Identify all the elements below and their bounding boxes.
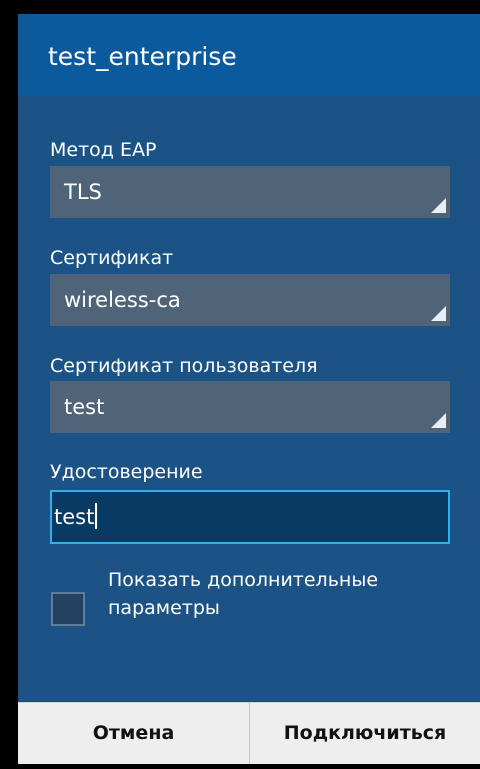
user-certificate-value: test xyxy=(64,395,105,419)
cancel-button[interactable]: Отмена xyxy=(18,703,249,764)
dialog-button-bar: Отмена Подключиться xyxy=(18,702,480,764)
ca-certificate-label: Сертификат xyxy=(50,247,174,269)
dropdown-arrow-icon xyxy=(431,198,446,213)
text-cursor xyxy=(95,503,98,529)
connect-button[interactable]: Подключиться xyxy=(250,703,480,764)
identity-input[interactable]: test xyxy=(50,490,450,544)
wifi-network-dialog: test_enterprise Метод EAP TLS Сертификат… xyxy=(18,14,480,764)
eap-method-value: TLS xyxy=(64,180,102,204)
dialog-title: test_enterprise xyxy=(48,42,237,71)
eap-method-spinner[interactable]: TLS xyxy=(50,166,450,218)
user-certificate-label: Сертификат пользователя xyxy=(50,355,318,377)
identity-label: Удостоверение xyxy=(50,461,203,483)
screen: test_enterprise Метод EAP TLS Сертификат… xyxy=(0,0,480,769)
ca-certificate-spinner[interactable]: wireless-ca xyxy=(50,274,450,326)
dropdown-arrow-icon xyxy=(431,306,446,321)
identity-input-value: test xyxy=(54,503,98,531)
eap-method-label: Метод EAP xyxy=(50,139,157,161)
dropdown-arrow-icon xyxy=(431,413,446,428)
show-advanced-label[interactable]: Показать дополнительные параметры xyxy=(108,566,388,622)
identity-input-text: test xyxy=(54,505,95,529)
show-advanced-checkbox[interactable] xyxy=(51,592,85,626)
dialog-title-bar: test_enterprise xyxy=(18,14,480,95)
user-certificate-spinner[interactable]: test xyxy=(50,381,450,433)
ca-certificate-value: wireless-ca xyxy=(64,288,181,312)
